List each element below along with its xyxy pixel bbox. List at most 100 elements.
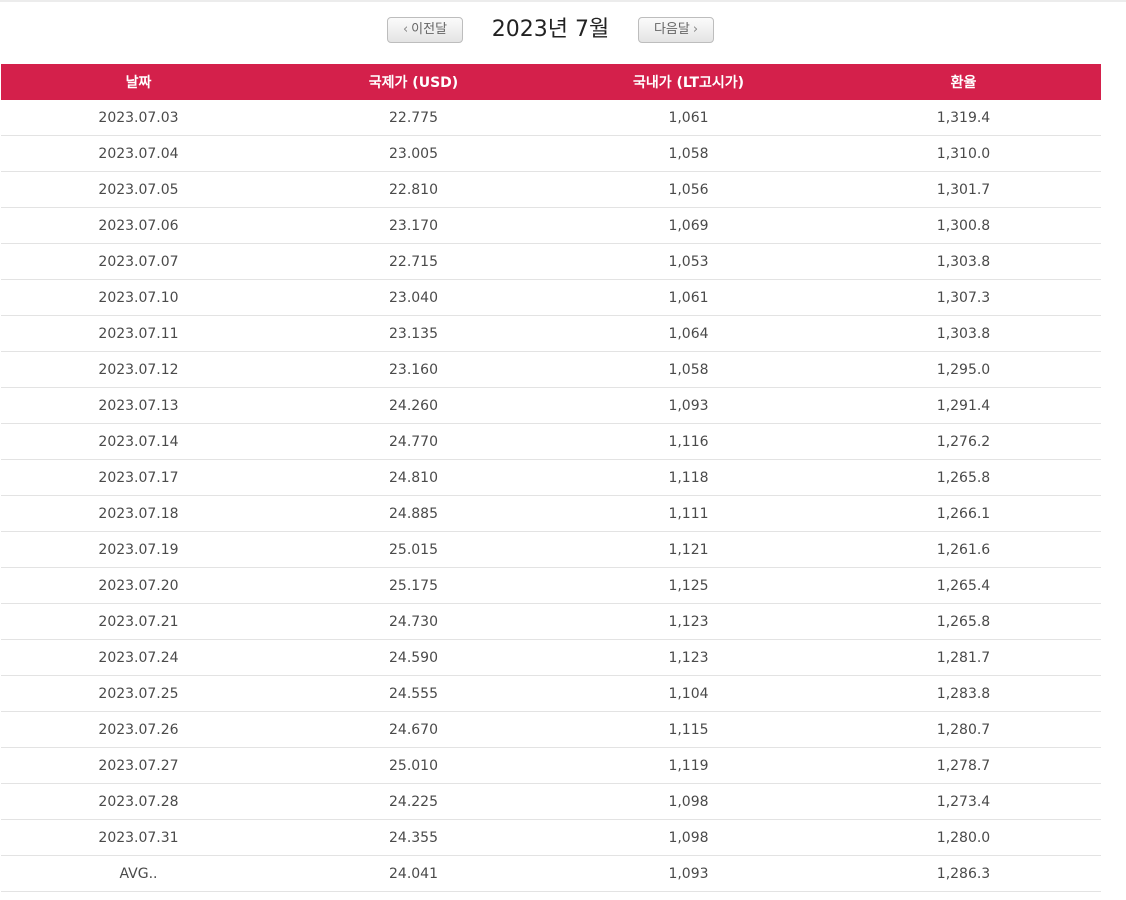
month-navigation: ‹ 이전달 2023년 7월 다음달 › — [0, 10, 1101, 52]
cell-domestic-price: 1,098 — [551, 819, 826, 856]
table-row: 2023.07.17 24.810 1,118 1,265.8 — [1, 459, 1101, 496]
cell-domestic-price: 1,069 — [551, 207, 826, 244]
cell-exchange-rate: 1,281.7 — [826, 639, 1101, 676]
cell-date: 2023.07.07 — [1, 243, 276, 280]
cell-domestic-price: 1,121 — [551, 531, 826, 568]
cell-intl-price-usd: 24.810 — [276, 459, 551, 496]
cell-domestic-price: 1,056 — [551, 171, 826, 208]
month-title: 2023년 7월 — [491, 17, 610, 42]
cell-exchange-rate: 1,261.6 — [826, 531, 1101, 568]
table-row: 2023.07.14 24.770 1,116 1,276.2 — [1, 423, 1101, 460]
cell-date: 2023.07.11 — [1, 315, 276, 352]
cell-intl-price-usd: 24.885 — [276, 495, 551, 532]
table-row-average: AVG.. 24.041 1,093 1,286.3 — [1, 855, 1101, 892]
cell-date: 2023.07.19 — [1, 531, 276, 568]
table-row: 2023.07.24 24.590 1,123 1,281.7 — [1, 639, 1101, 676]
next-month-label: 다음달 — [653, 22, 690, 37]
cell-exchange-rate: 1,280.0 — [826, 819, 1101, 856]
table-row: 2023.07.20 25.175 1,125 1,265.4 — [1, 567, 1101, 604]
price-table: 날짜 국제가 (USD) 국내가 (LT고시가) 환율 2023.07.03 22.77… — [1, 64, 1101, 892]
cell-domestic-price: 1,111 — [551, 495, 826, 532]
table-row: 2023.07.25 24.555 1,104 1,283.8 — [1, 675, 1101, 712]
cell-date: 2023.07.20 — [1, 567, 276, 604]
table-row: 2023.07.31 24.355 1,098 1,280.0 — [1, 819, 1101, 856]
cell-intl-price-usd: 24.555 — [276, 675, 551, 712]
cell-exchange-rate: 1,283.8 — [826, 675, 1101, 712]
cell-intl-price-usd: 23.170 — [276, 207, 551, 244]
cell-exchange-rate: 1,273.4 — [826, 783, 1101, 820]
table-header-row: 날짜 국제가 (USD) 국내가 (LT고시가) 환율 — [1, 64, 1101, 100]
cell-date: 2023.07.14 — [1, 423, 276, 460]
table-row: 2023.07.27 25.010 1,119 1,278.7 — [1, 747, 1101, 784]
cell-intl-price-usd: 23.135 — [276, 315, 551, 352]
cell-domestic-price: 1,118 — [551, 459, 826, 496]
cell-date: 2023.07.21 — [1, 603, 276, 640]
table-row: 2023.07.07 22.715 1,053 1,303.8 — [1, 243, 1101, 280]
table-row: 2023.07.05 22.810 1,056 1,301.7 — [1, 171, 1101, 208]
cell-intl-price-usd: 24.260 — [276, 387, 551, 424]
cell-intl-price-usd: 24.730 — [276, 603, 551, 640]
cell-intl-price-usd: 24.770 — [276, 423, 551, 460]
cell-exchange-rate: 1,278.7 — [826, 747, 1101, 784]
cell-date: 2023.07.27 — [1, 747, 276, 784]
cell-date: 2023.07.17 — [1, 459, 276, 496]
cell-exchange-rate: 1,265.4 — [826, 567, 1101, 604]
cell-domestic-price: 1,061 — [551, 100, 826, 136]
cell-exchange-rate: 1,307.3 — [826, 279, 1101, 316]
cell-date: 2023.07.12 — [1, 351, 276, 388]
cell-domestic-price: 1,119 — [551, 747, 826, 784]
cell-intl-price-usd: 23.005 — [276, 135, 551, 172]
cell-exchange-rate: 1,280.7 — [826, 711, 1101, 748]
table-row: 2023.07.06 23.170 1,069 1,300.8 — [1, 207, 1101, 244]
cell-date: 2023.07.03 — [1, 100, 276, 136]
cell-domestic-price: 1,123 — [551, 639, 826, 676]
cell-domestic-price: 1,125 — [551, 567, 826, 604]
cell-intl-price-usd: 24.590 — [276, 639, 551, 676]
cell-exchange-rate: 1,303.8 — [826, 315, 1101, 352]
next-month-button[interactable]: 다음달 › — [638, 17, 714, 43]
prev-month-button[interactable]: ‹ 이전달 — [387, 17, 463, 43]
cell-domestic-price: 1,104 — [551, 675, 826, 712]
cell-date: 2023.07.31 — [1, 819, 276, 856]
table-row: 2023.07.11 23.135 1,064 1,303.8 — [1, 315, 1101, 352]
cell-date: 2023.07.06 — [1, 207, 276, 244]
cell-exchange-rate: 1,291.4 — [826, 387, 1101, 424]
cell-date: 2023.07.04 — [1, 135, 276, 172]
cell-date: 2023.07.13 — [1, 387, 276, 424]
column-header-intl-price-usd: 국제가 (USD) — [276, 64, 551, 100]
cell-date: AVG.. — [1, 855, 276, 892]
cell-date: 2023.07.05 — [1, 171, 276, 208]
cell-intl-price-usd: 22.715 — [276, 243, 551, 280]
cell-exchange-rate: 1,265.8 — [826, 459, 1101, 496]
cell-domestic-price: 1,058 — [551, 135, 826, 172]
column-header-exchange-rate: 환율 — [826, 64, 1101, 100]
top-divider — [0, 0, 1126, 2]
table-row: 2023.07.19 25.015 1,121 1,261.6 — [1, 531, 1101, 568]
cell-date: 2023.07.26 — [1, 711, 276, 748]
table-row: 2023.07.04 23.005 1,058 1,310.0 — [1, 135, 1101, 172]
cell-intl-price-usd: 24.670 — [276, 711, 551, 748]
table-row: 2023.07.12 23.160 1,058 1,295.0 — [1, 351, 1101, 388]
cell-exchange-rate: 1,286.3 — [826, 855, 1101, 892]
cell-exchange-rate: 1,266.1 — [826, 495, 1101, 532]
cell-intl-price-usd: 22.775 — [276, 100, 551, 136]
prev-month-label: 이전달 — [411, 22, 448, 37]
chevron-left-icon: ‹ — [402, 22, 409, 37]
table-row: 2023.07.10 23.040 1,061 1,307.3 — [1, 279, 1101, 316]
column-header-date: 날짜 — [1, 64, 276, 100]
cell-domestic-price: 1,058 — [551, 351, 826, 388]
cell-date: 2023.07.25 — [1, 675, 276, 712]
table-row: 2023.07.28 24.225 1,098 1,273.4 — [1, 783, 1101, 820]
cell-date: 2023.07.18 — [1, 495, 276, 532]
table-row: 2023.07.26 24.670 1,115 1,280.7 — [1, 711, 1101, 748]
cell-domestic-price: 1,093 — [551, 855, 826, 892]
cell-domestic-price: 1,116 — [551, 423, 826, 460]
cell-intl-price-usd: 23.040 — [276, 279, 551, 316]
cell-domestic-price: 1,064 — [551, 315, 826, 352]
column-header-domestic-price: 국내가 (LT고시가) — [551, 64, 826, 100]
cell-exchange-rate: 1,310.0 — [826, 135, 1101, 172]
table-body: 2023.07.03 22.775 1,061 1,319.4 2023.07.04 23… — [1, 100, 1101, 892]
cell-intl-price-usd: 24.225 — [276, 783, 551, 820]
cell-intl-price-usd: 25.010 — [276, 747, 551, 784]
cell-domestic-price: 1,061 — [551, 279, 826, 316]
